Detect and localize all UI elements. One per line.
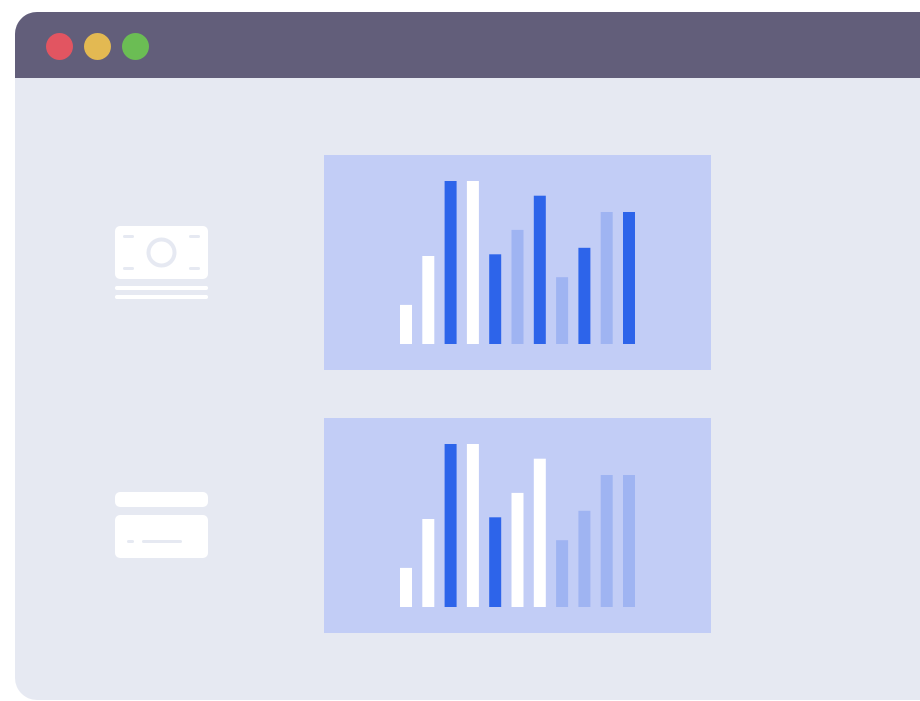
card-top	[115, 492, 208, 507]
chart-bar	[489, 254, 502, 344]
chart-bar	[600, 212, 613, 344]
banknote-dash	[123, 267, 134, 270]
chart-bar	[556, 540, 569, 607]
chart-bar	[533, 195, 546, 344]
chart-bar	[400, 567, 412, 607]
chart-panel-top	[324, 155, 711, 370]
chart-bar	[511, 229, 524, 344]
window-titlebar	[15, 12, 920, 78]
browser-window	[15, 12, 920, 700]
chart-bar	[511, 492, 524, 607]
chart-bar	[422, 256, 435, 344]
card-body	[115, 515, 208, 558]
chart-bar	[556, 277, 569, 344]
chart-bar	[623, 475, 635, 607]
chart-bar	[400, 304, 412, 344]
chart-bar	[422, 519, 435, 607]
banknote-dash	[189, 235, 200, 238]
minimize-window-button[interactable]	[84, 33, 111, 60]
chart-bar	[444, 181, 457, 344]
chart-bar	[466, 444, 479, 607]
credit-card-icon	[115, 492, 208, 563]
chart-bar	[600, 475, 613, 607]
banknote-icon	[115, 226, 208, 306]
chart-bar	[533, 458, 546, 607]
banknote-dash	[189, 267, 200, 270]
chart-bar	[489, 517, 502, 607]
chart-bar	[466, 181, 479, 344]
chart-panel-bottom	[324, 418, 711, 633]
card-stripe	[127, 540, 134, 543]
maximize-window-button[interactable]	[122, 33, 149, 60]
chart-bar	[578, 510, 591, 607]
chart-bar	[623, 212, 635, 344]
card-number	[142, 540, 182, 543]
chart-bar	[578, 247, 591, 344]
banknote-stack-line	[115, 286, 208, 290]
banknote-dash	[123, 235, 134, 238]
chart-bar	[444, 444, 457, 607]
close-window-button[interactable]	[46, 33, 73, 60]
banknote-stack-line	[115, 295, 208, 299]
banknote-body	[115, 226, 208, 279]
